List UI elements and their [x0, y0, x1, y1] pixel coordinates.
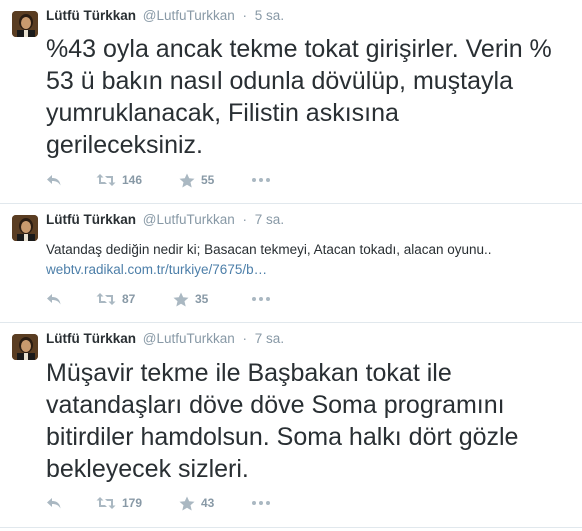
author-name[interactable]: Lütfü Türkkan: [46, 8, 136, 23]
tweet-text-line: vatandaşları döve döve Soma programını: [46, 391, 505, 419]
reply-button[interactable]: [46, 171, 62, 189]
tweet-text-line: bekleyecek sizleri.: [46, 455, 249, 483]
reply-button[interactable]: [46, 494, 62, 512]
tweet[interactable]: Lütfü Türkkan @LutfuTurkkan · 5 sa. %43 …: [0, 0, 582, 204]
tweet-text: %43 oyla ancak tekme tokat girişirler. V…: [46, 33, 566, 161]
retweet-count[interactable]: 179: [122, 496, 142, 510]
tweet-time[interactable]: 7 sa.: [255, 212, 284, 227]
retweet-count[interactable]: 87: [122, 292, 135, 306]
more-dots-icon: [266, 178, 270, 182]
avatar[interactable]: [12, 11, 38, 37]
more-button[interactable]: [252, 171, 270, 189]
tweet-text-line: bitirdiler hamdolsun. Soma halkı dört gö…: [46, 423, 519, 451]
avatar[interactable]: [12, 215, 38, 241]
retweet-button[interactable]: 87: [96, 290, 135, 308]
tweet-header: Lütfü Türkkan @LutfuTurkkan · 5 sa.: [46, 7, 284, 25]
reply-icon: [46, 173, 62, 187]
more-button[interactable]: [252, 494, 270, 512]
more-dots-icon: [252, 178, 256, 182]
reply-icon: [46, 292, 62, 306]
author-name[interactable]: Lütfü Türkkan: [46, 212, 136, 227]
favorite-count[interactable]: 43: [201, 496, 214, 510]
retweet-count[interactable]: 146: [122, 173, 142, 187]
separator: ·: [242, 8, 248, 23]
tweet-text-line: yumruklanacak, Filistin askısına: [46, 99, 399, 127]
retweet-button[interactable]: 179: [96, 494, 142, 512]
favorite-count[interactable]: 35: [195, 292, 208, 306]
retweet-icon: [96, 496, 116, 510]
tweet-header: Lütfü Türkkan @LutfuTurkkan · 7 sa.: [46, 211, 284, 229]
retweet-icon: [96, 292, 116, 306]
tweet-text-line: 53 ü bakın nasıl odunla dövülüp, muştayl…: [46, 67, 513, 95]
retweet-icon: [96, 173, 116, 187]
tweet-text-line: gerileceksiniz.: [46, 131, 204, 159]
tweet[interactable]: Lütfü Türkkan @LutfuTurkkan · 7 sa. Müşa…: [0, 323, 582, 528]
favorite-button[interactable]: 55: [179, 171, 214, 189]
more-dots-icon: [252, 297, 256, 301]
tweet-text-line: Müşavir tekme ile Başbakan tokat ile: [46, 359, 452, 387]
tweet-text-line: %43 oyla ancak tekme tokat girişirler. V…: [46, 35, 552, 63]
author-handle[interactable]: @LutfuTurkkan: [143, 331, 235, 346]
tweet-header: Lütfü Türkkan @LutfuTurkkan · 7 sa.: [46, 330, 284, 348]
more-dots-icon: [266, 297, 270, 301]
more-dots-icon: [259, 501, 263, 505]
tweet-text-line: Vatandaş dediğin nedir ki; Basacan tekme…: [46, 242, 492, 257]
author-handle[interactable]: @LutfuTurkkan: [143, 212, 235, 227]
tweet[interactable]: Lütfü Türkkan @LutfuTurkkan · 7 sa. Vata…: [0, 204, 582, 323]
retweet-button[interactable]: 146: [96, 171, 142, 189]
star-icon: [173, 292, 189, 307]
star-icon: [179, 496, 195, 511]
tweet-time[interactable]: 5 sa.: [255, 8, 284, 23]
avatar[interactable]: [12, 334, 38, 360]
more-dots-icon: [259, 178, 263, 182]
star-icon: [179, 173, 195, 188]
reply-button[interactable]: [46, 290, 62, 308]
favorite-button[interactable]: 35: [173, 290, 208, 308]
timeline: Lütfü Türkkan @LutfuTurkkan · 5 sa. %43 …: [0, 0, 582, 531]
separator: ·: [242, 331, 248, 346]
author-handle[interactable]: @LutfuTurkkan: [143, 8, 235, 23]
favorite-count[interactable]: 55: [201, 173, 214, 187]
author-name[interactable]: Lütfü Türkkan: [46, 331, 136, 346]
more-dots-icon: [252, 501, 256, 505]
tweet-link[interactable]: webtv.radikal.com.tr/turkiye/7675/b…: [46, 262, 267, 277]
favorite-button[interactable]: 43: [179, 494, 214, 512]
more-button[interactable]: [252, 290, 270, 308]
reply-icon: [46, 496, 62, 510]
tweet-text: Vatandaş dediğin nedir ki; Basacan tekme…: [46, 240, 576, 280]
tweet-time[interactable]: 7 sa.: [255, 331, 284, 346]
tweet-text: Müşavir tekme ile Başbakan tokat ile vat…: [46, 357, 566, 485]
more-dots-icon: [266, 501, 270, 505]
more-dots-icon: [259, 297, 263, 301]
separator: ·: [242, 212, 248, 227]
